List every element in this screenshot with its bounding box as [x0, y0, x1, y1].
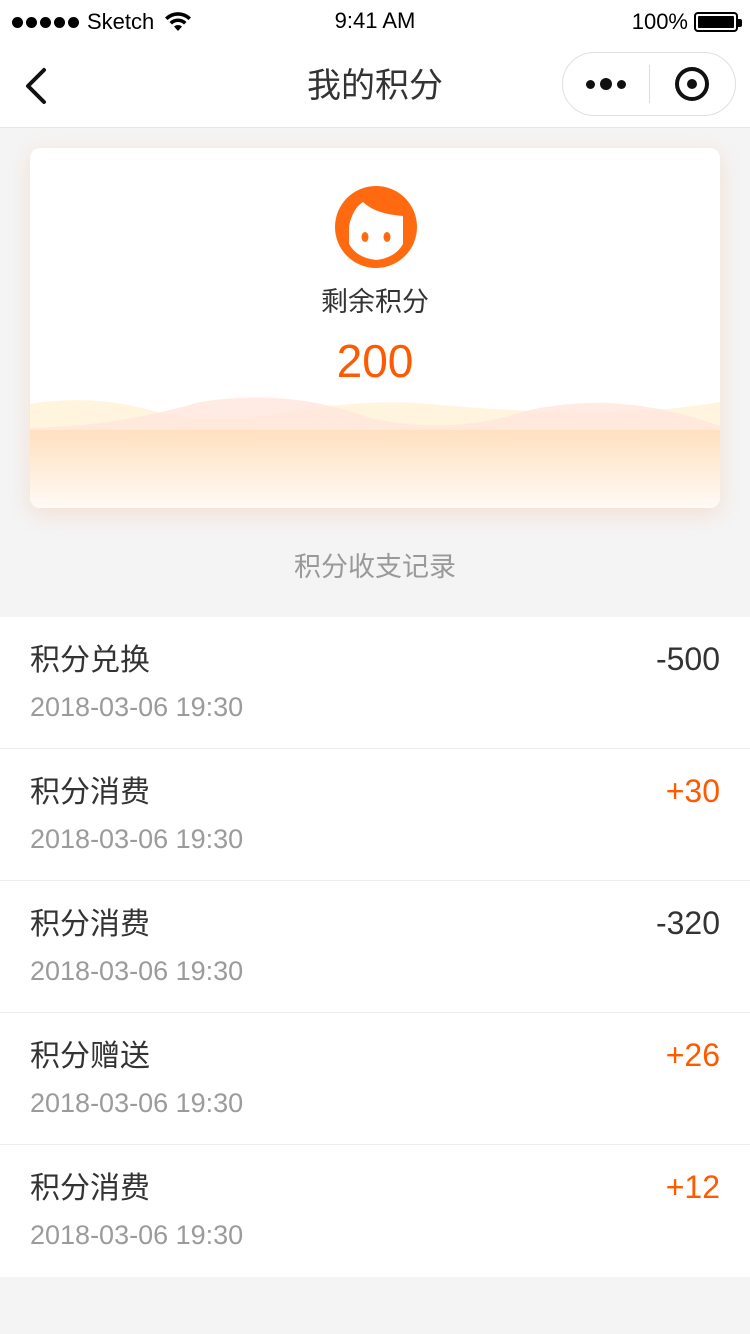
record-amount: +26	[665, 1037, 720, 1073]
remaining-points-label: 剩余积分	[321, 287, 429, 318]
navigation-bar: 我的积分	[0, 44, 750, 128]
record-amount: -500	[655, 641, 720, 677]
record-date: 2018-03-06 19:30	[30, 1220, 244, 1250]
record-item[interactable]: 积分消费 2018-03-06 19:30 +12	[0, 1145, 750, 1277]
status-bar: Sketch 9:41 AM 100%	[0, 0, 750, 44]
record-title: 积分消费	[30, 907, 150, 942]
wave-decoration	[30, 397, 720, 508]
record-date: 2018-03-06 19:30	[30, 692, 244, 722]
battery-status: 100%	[631, 8, 742, 36]
battery-percent: 100%	[631, 9, 688, 34]
more-button[interactable]	[563, 53, 649, 115]
record-amount: +30	[665, 773, 720, 809]
record-title: 积分兑换	[30, 643, 150, 678]
record-item[interactable]: 积分消费 2018-03-06 19:30 -320	[0, 881, 750, 1013]
mini-program-capsule	[562, 52, 736, 116]
more-dots-icon	[585, 78, 626, 90]
record-date: 2018-03-06 19:30	[30, 956, 244, 986]
record-item[interactable]: 积分消费 2018-03-06 19:30 +30	[0, 749, 750, 881]
records-list: 积分兑换 2018-03-06 19:30 -500 积分消费 2018-03-06 1…	[0, 617, 750, 1277]
record-item[interactable]: 积分兑换 2018-03-06 19:30 -500	[0, 617, 750, 749]
record-item[interactable]: 积分赠送 2018-03-06 19:30 +26	[0, 1013, 750, 1145]
battery-icon	[694, 12, 742, 32]
record-title: 积分赠送	[30, 1039, 150, 1074]
record-amount: -320	[655, 905, 720, 941]
record-date: 2018-03-06 19:30	[30, 1088, 244, 1118]
record-date: 2018-03-06 19:30	[30, 824, 244, 854]
avatar	[335, 186, 417, 268]
close-button[interactable]	[650, 53, 736, 115]
record-title: 积分消费	[30, 1171, 150, 1206]
record-title: 积分消费	[30, 775, 150, 810]
points-card: 剩余积分 200	[30, 148, 720, 508]
records-section-title: 积分收支记录	[294, 552, 456, 583]
remaining-points-value: 200	[336, 335, 414, 387]
target-circle-icon	[675, 67, 710, 101]
record-amount: +12	[665, 1169, 720, 1205]
